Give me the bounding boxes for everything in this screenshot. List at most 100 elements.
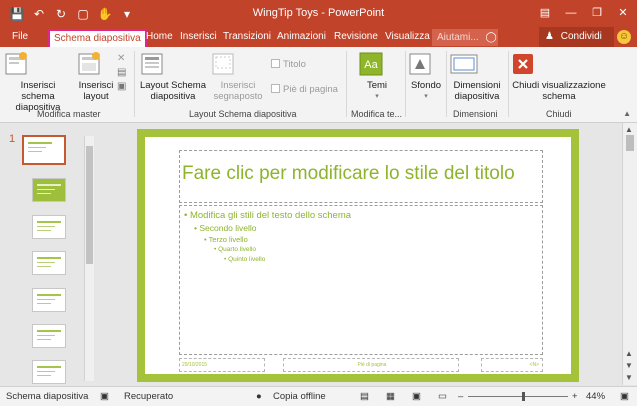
slide-size-button[interactable]: Dimensioni diapositiva [449,51,505,102]
master-small-tools: ✕ ▤ ▣ [117,53,131,95]
slide-number-placeholder[interactable]: <N> [481,358,543,372]
insert-slide-master-button[interactable]: Inserisci schema diapositiva [3,51,73,113]
window-controls: ▤ — ❐ ✕ [537,5,631,21]
zoom-level[interactable]: 44% [586,387,605,406]
bullet-level-4: • Quarto livello [214,246,257,253]
lightbulb-icon: ◯ [485,32,497,43]
minimize-icon[interactable]: — [563,5,579,21]
rename-icon[interactable]: ▤ [117,67,131,81]
insert-layout-button[interactable]: Inserisci layout [76,51,116,102]
insert-layout-label-1: Inserisci [78,80,114,91]
group-label-dimensioni: Dimensioni [453,109,498,119]
collapse-ribbon-icon[interactable]: ▲ [623,109,631,118]
canvas-scroll-thumb[interactable] [626,135,634,151]
group-label-modifica-tema: Modifica te... [351,109,403,119]
scroll-up-page-icon[interactable]: ▲ [625,349,633,358]
thumbnail-layout[interactable] [32,178,66,202]
slideshow-icon[interactable]: ▭ [438,387,447,406]
tab-file[interactable]: File [8,29,32,47]
close-icon[interactable]: ✕ [615,5,631,21]
themes-button[interactable]: Aa Temi ▾ [358,51,396,102]
bullet-level-2: • Secondo livello [194,223,257,233]
title-text: Fare clic per modificare lo stile del ti… [182,163,515,184]
date-placeholder[interactable]: 29/10/2015 [179,358,265,372]
themes-label: Temi [366,80,388,91]
zoom-slider[interactable] [468,396,568,397]
zoom-out-icon[interactable]: – [458,387,463,406]
insert-layout-label-2: layout [83,91,109,102]
scroll-down-icon[interactable]: ▼ [625,373,633,382]
accessibility-icon[interactable]: ▣ [100,387,109,406]
scroll-down-page-icon[interactable]: ▼ [625,361,633,370]
thumbnail-layout[interactable] [32,324,66,348]
restore-icon[interactable]: ❐ [589,5,605,21]
status-bar: Schema diapositiva ▣ Recuperato ● Copia … [0,386,637,406]
footer-checkbox-label: Piè di pagina [283,84,338,95]
background-button[interactable]: Sfondo ▾ [407,51,445,102]
ribbon-display-options-icon[interactable]: ▤ [537,5,553,21]
fit-to-window-icon[interactable]: ▣ [620,387,629,406]
thumbnail-scroll-thumb[interactable] [86,146,93,264]
footer-checkbox-box [271,84,280,93]
group-separator [346,51,347,117]
thumbnail-master[interactable] [22,135,66,165]
background-label: Sfondo [410,80,442,91]
group-separator [405,51,406,117]
group-label-chiudi: Chiudi [546,109,572,119]
slide-content-area: Fare clic per modificare lo stile del ti… [145,137,571,374]
share-button[interactable]: ♟ Condividi [539,27,614,47]
thumbnail-layout[interactable] [32,215,66,239]
master-layout-label-1: Layout Schema [139,80,206,91]
tab-home[interactable]: Home [142,29,177,47]
insert-placeholder-label-2: segnaposto [213,91,263,102]
slide-number: 1 [9,133,16,145]
thumbnail-layout[interactable] [32,251,66,275]
preserve-icon[interactable]: ▣ [117,81,131,95]
title-checkbox[interactable]: Titolo [271,59,306,70]
footer-placeholder[interactable]: Piè di pagina [283,358,459,372]
thumbnail-scrollbar[interactable] [84,136,94,381]
title-placeholder[interactable]: Fare clic per modificare lo stile del ti… [179,150,543,203]
feedback-smiley-icon[interactable]: ☺ [617,30,631,44]
body-placeholder[interactable]: • Modifica gli stili del testo dello sch… [179,205,543,355]
reading-view-icon[interactable]: ▣ [412,387,421,406]
normal-view-icon[interactable]: ▤ [360,387,369,406]
master-layout-label-2: diapositiva [150,91,196,102]
delete-icon[interactable]: ✕ [117,53,131,67]
close-master-view-button[interactable]: Chiudi visualizzazione schema [510,51,608,102]
tab-inserisci[interactable]: Inserisci [176,29,221,47]
zoom-slider-knob[interactable] [522,392,525,401]
group-label-layout-schema: Layout Schema diapositiva [189,109,297,119]
canvas-scrollbar[interactable]: ▲ ▲ ▼ ▼ [622,123,637,385]
slide-size-icon [449,51,505,77]
tab-revisione[interactable]: Revisione [330,29,382,47]
ribbon: Inserisci schema diapositiva Inserisci l… [0,47,637,123]
tell-me-box[interactable]: Aiutami... ◯ [432,29,498,46]
tab-visualizza[interactable]: Visualizza [381,29,434,47]
tab-transizioni[interactable]: Transizioni [219,29,275,47]
background-icon [407,51,445,77]
bullet-level-3: • Terzo livello [204,235,248,244]
thumbnail-layout[interactable] [32,288,66,312]
master-layout-icon [139,51,207,77]
slide-size-label-2: diapositiva [454,91,500,102]
master-layout-button[interactable]: Layout Schema diapositiva [139,51,207,102]
slide-master: Fare clic per modificare lo stile del ti… [137,129,579,382]
group-separator [134,51,135,117]
share-person-icon: ♟ [545,31,554,42]
tab-schema-diapositiva[interactable]: Schema diapositiva [48,29,147,47]
insert-placeholder-label-1: Inserisci [220,80,256,91]
footer-checkbox[interactable]: Piè di pagina [271,84,338,95]
group-separator [446,51,447,117]
scroll-up-icon[interactable]: ▲ [625,125,633,134]
close-master-view-icon [510,51,608,77]
thumbnail-layout[interactable] [32,360,66,384]
title-checkbox-label: Titolo [283,59,306,70]
slide-sorter-icon[interactable]: ▦ [386,387,395,406]
offline-icon: ● [256,391,262,402]
close-master-view-label-1: Chiudi visualizzazione [512,80,606,91]
themes-dropdown-icon: ▾ [375,93,379,100]
insert-placeholder-button[interactable]: Inserisci segnaposto [210,51,266,102]
tab-animazioni[interactable]: Animazioni [273,29,330,47]
zoom-in-icon[interactable]: + [572,387,578,406]
